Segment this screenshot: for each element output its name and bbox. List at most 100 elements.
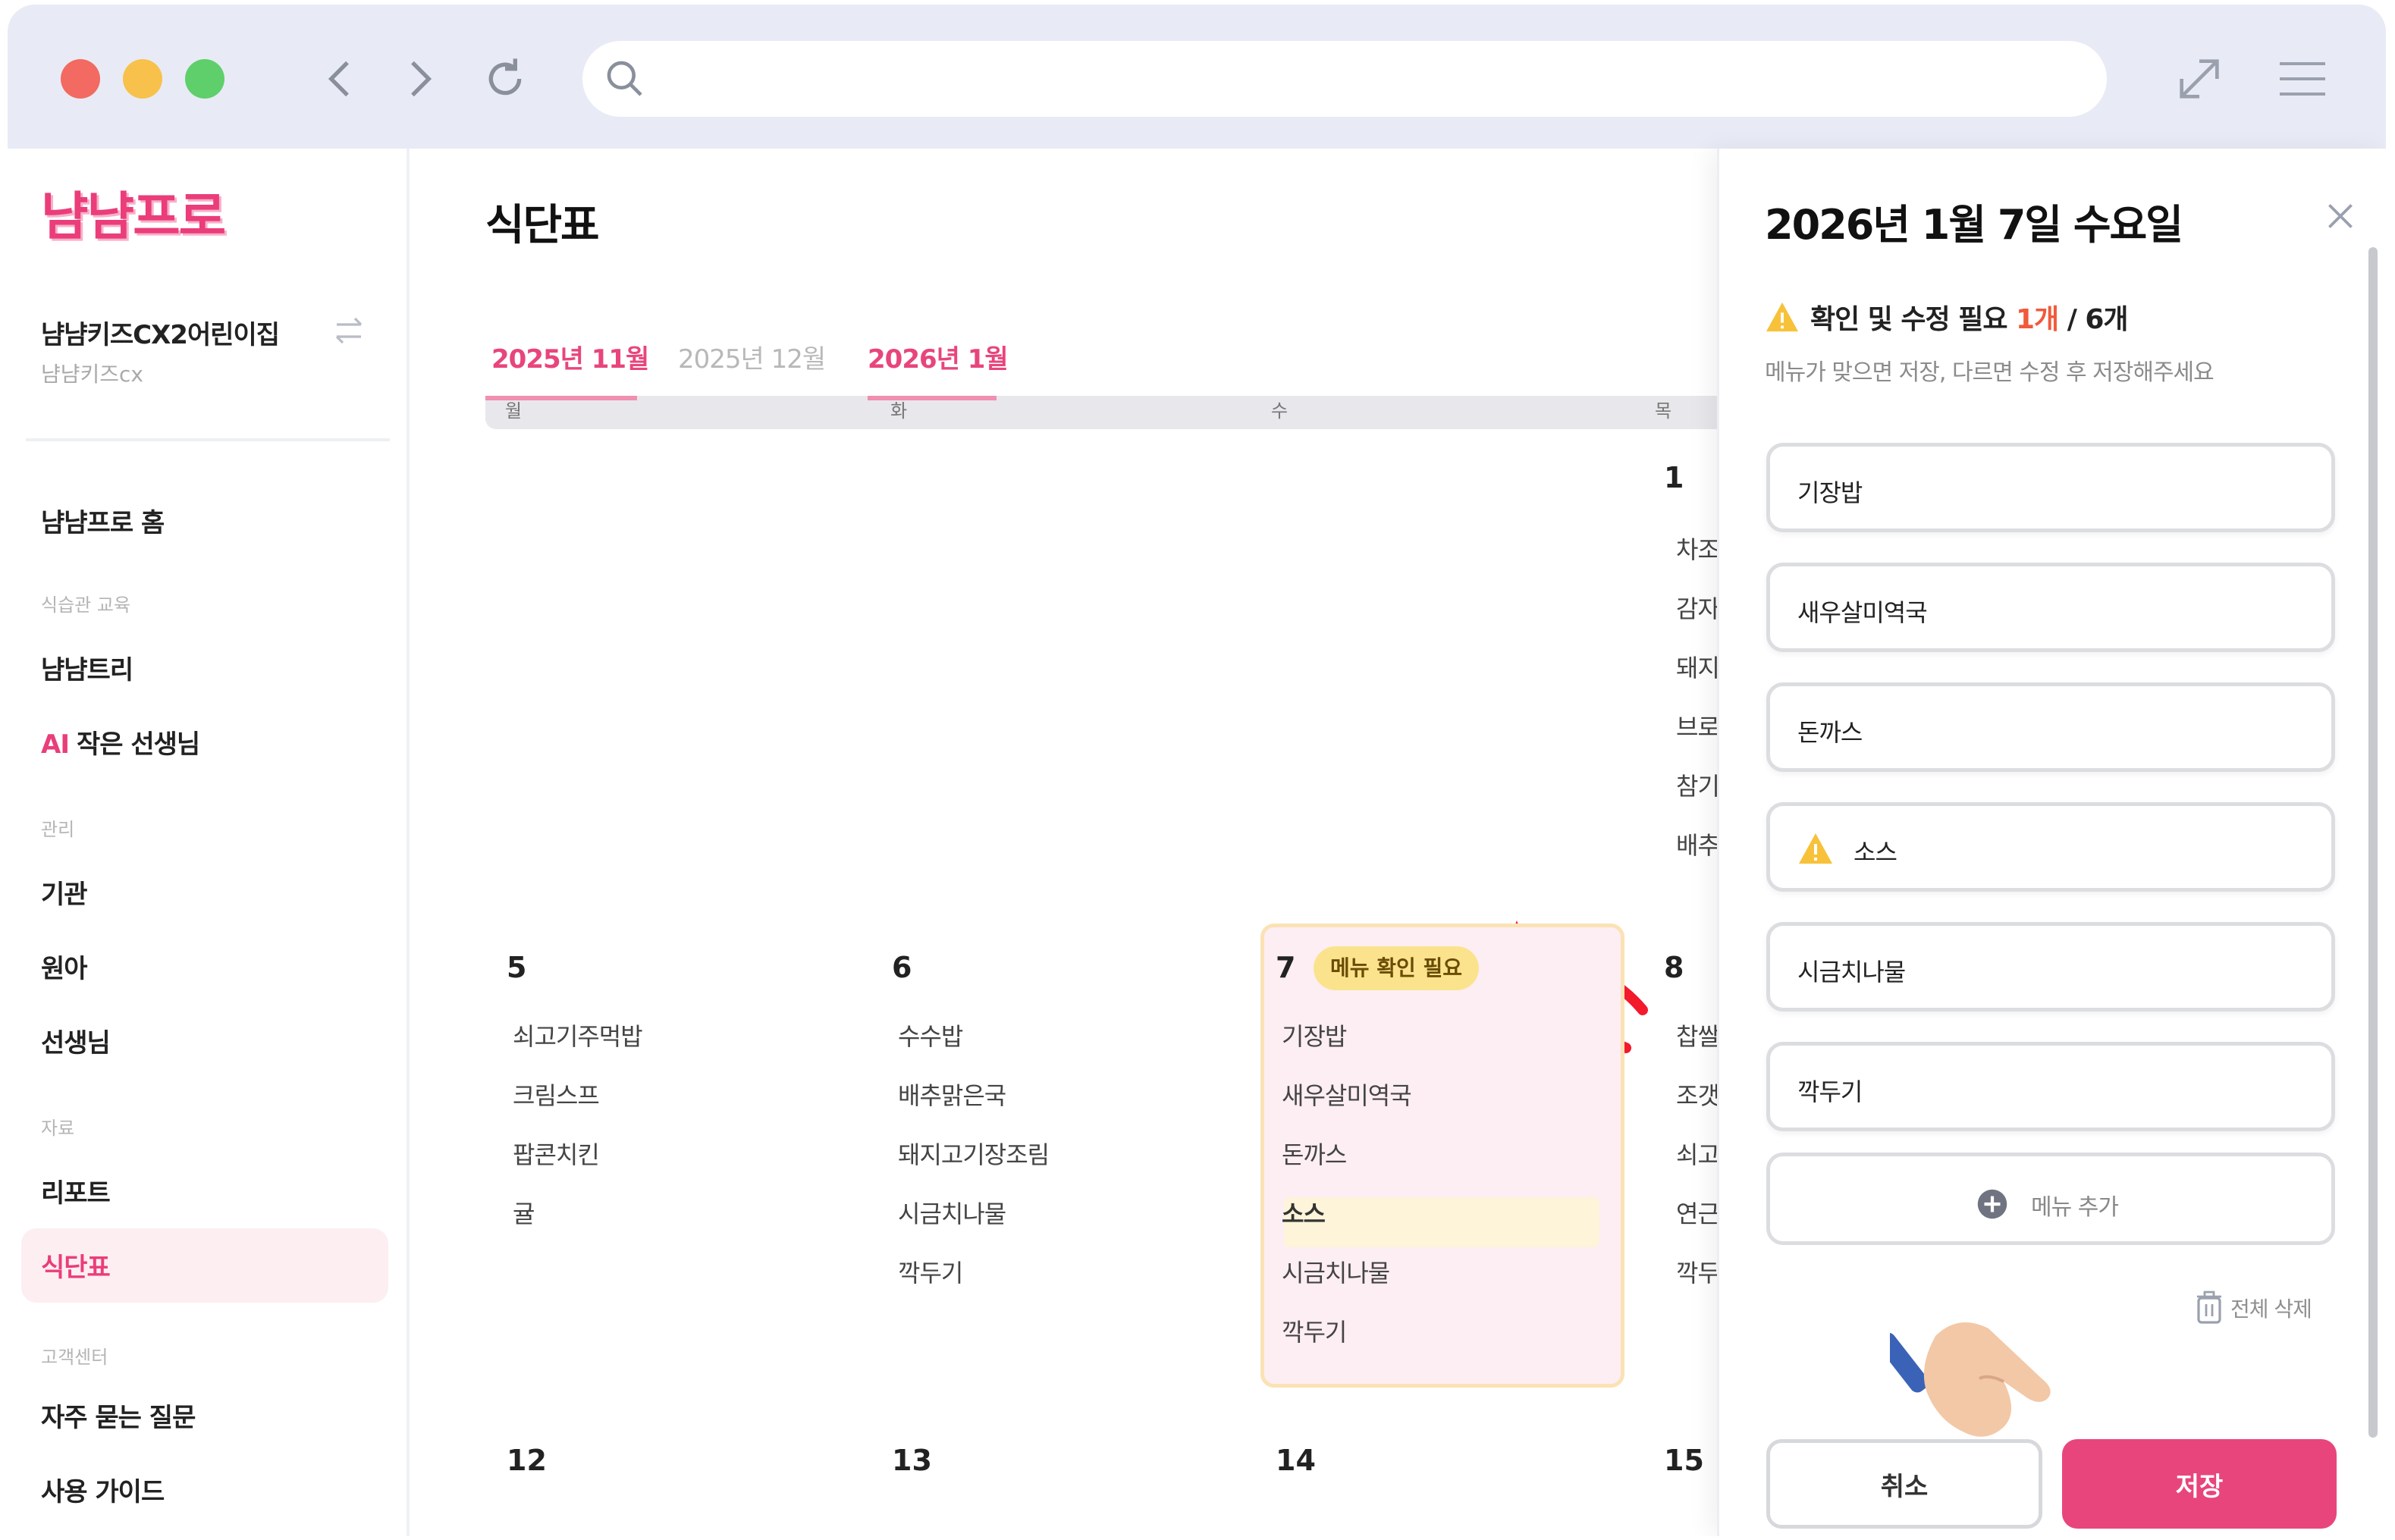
tab-month-dec[interactable]: 2025년 12월	[678, 338, 826, 375]
warning-text: 확인 및 수정 필요	[1810, 304, 2007, 335]
meal-item: 조갯	[1676, 1081, 1717, 1110]
meal-item: 돈까스	[1282, 1140, 1347, 1169]
meal-item: 배추맑은국	[898, 1081, 1006, 1110]
day-number[interactable]: 13	[892, 1444, 932, 1477]
search-icon	[607, 61, 642, 96]
section-label-support: 고객센터	[41, 1347, 108, 1368]
menu-field-value[interactable]: 깍두기	[1797, 1073, 1863, 1108]
menu-field[interactable]: 기장밥	[1766, 443, 2335, 532]
sidebar-item-faq[interactable]: 자주 묻는 질문	[41, 1397, 196, 1434]
sidebar-item-institution[interactable]: 기관	[41, 874, 88, 911]
meal-item: 참기	[1676, 772, 1717, 801]
menu-field[interactable]: 시금치나물	[1766, 922, 2335, 1012]
sidebar-item-report[interactable]: 리포트	[41, 1172, 111, 1209]
page-title: 식단표	[485, 201, 600, 250]
meal-item: 귤	[513, 1200, 535, 1228]
weekday-header: 월 화 수 목	[485, 396, 1717, 429]
meal-item: 깍두기	[1282, 1318, 1347, 1347]
warning-summary: 확인 및 수정 필요 1개 / 6개	[1765, 297, 2129, 337]
sidebar-item-teachers[interactable]: 선생님	[41, 1022, 111, 1059]
sidebar-item-label: 작은 선생님	[76, 729, 200, 760]
meal-item: 배추	[1676, 831, 1717, 860]
tab-month-nov[interactable]: 2025년 11월	[491, 338, 649, 375]
warning-icon	[1766, 302, 1798, 332]
back-icon[interactable]	[311, 49, 372, 109]
sidebar-item-meal-plan[interactable]: 식단표	[41, 1247, 111, 1284]
day-number[interactable]: 12	[507, 1444, 547, 1477]
minimize-window-button[interactable]	[123, 59, 162, 99]
menu-field[interactable]: 돈까스	[1766, 682, 2335, 772]
day-number[interactable]: 15	[1664, 1444, 1704, 1477]
menu-field-value[interactable]: 새우살미역국	[1797, 594, 1928, 629]
delete-all-button[interactable]: 전체 삭제	[2196, 1291, 2312, 1324]
warning-icon	[1799, 833, 1832, 864]
weekday-label: 목	[1655, 400, 1672, 422]
menu-field-value[interactable]: 소스	[1854, 833, 1897, 868]
day-number[interactable]: 8	[1664, 951, 1684, 984]
warning-total: / 6개	[2058, 304, 2129, 335]
sidebar-item-children[interactable]: 원아	[41, 948, 88, 985]
meal-item: 차조	[1676, 535, 1717, 564]
scrollbar[interactable]	[2368, 247, 2378, 1438]
sidebar-divider	[26, 438, 390, 441]
menu-icon[interactable]	[2272, 49, 2333, 109]
meal-item: 감자	[1676, 594, 1717, 623]
section-label-manage: 관리	[41, 819, 75, 840]
sidebar: 냠냠프로 냠냠키즈CX2어린이집 냠냠키즈cx 냠냠프로 홈 식습관 교육 냠냠…	[8, 149, 410, 1536]
address-bar[interactable]	[582, 41, 2107, 117]
delete-all-label: 전체 삭제	[2230, 1297, 2312, 1322]
expand-icon[interactable]	[2169, 49, 2230, 109]
pointing-hand-icon	[1890, 1322, 2051, 1437]
meal-item: 팝콘치킨	[513, 1140, 600, 1169]
close-window-button[interactable]	[61, 59, 100, 99]
sidebar-item-ai-teacher[interactable]: AI 작은 선생님	[41, 723, 200, 761]
reload-icon[interactable]	[475, 49, 535, 109]
tab-underline	[868, 396, 997, 400]
plus-icon	[1977, 1189, 2007, 1219]
warned-meal-highlight	[1284, 1197, 1599, 1247]
swap-icon[interactable]	[329, 312, 369, 349]
sidebar-item-guide[interactable]: 사용 가이드	[41, 1471, 165, 1508]
day-number[interactable]: 5	[507, 951, 526, 984]
meal-item: 돼지	[1676, 654, 1717, 682]
save-button[interactable]: 저장	[2062, 1439, 2337, 1529]
ai-prefix: AI	[41, 729, 70, 760]
menu-field-warned[interactable]: 소스	[1766, 802, 2335, 892]
day-number[interactable]: 6	[892, 951, 912, 984]
org-name: 냠냠키즈CX2어린이집	[41, 320, 280, 350]
add-menu-button[interactable]: 메뉴 추가	[1766, 1153, 2335, 1245]
day-number[interactable]: 14	[1276, 1444, 1316, 1477]
meal-item: 브로	[1676, 713, 1717, 742]
sidebar-item-home[interactable]: 냠냠프로 홈	[41, 502, 165, 539]
day-number[interactable]: 7	[1276, 951, 1295, 984]
add-menu-label: 메뉴 추가	[2031, 1194, 2119, 1221]
logo[interactable]: 냠냠프로	[41, 174, 226, 249]
cancel-button[interactable]: 취소	[1766, 1439, 2042, 1529]
warning-hint: 메뉴가 맞으면 저장, 다르면 수정 후 저장해주세요	[1765, 359, 2215, 386]
close-icon[interactable]	[2321, 197, 2359, 235]
sidebar-item-nyam-tree[interactable]: 냠냠트리	[41, 649, 133, 686]
meal-item: 찹쌀	[1676, 1022, 1717, 1051]
meal-item: 수수밥	[898, 1022, 963, 1051]
menu-field[interactable]: 새우살미역국	[1766, 563, 2335, 652]
maximize-window-button[interactable]	[185, 59, 224, 99]
warning-count: 1개	[2016, 304, 2059, 335]
menu-field-value[interactable]: 기장밥	[1797, 474, 1863, 509]
forward-icon[interactable]	[388, 49, 449, 109]
meal-item: 기장밥	[1282, 1022, 1347, 1051]
section-label-edu: 식습관 교육	[41, 594, 131, 616]
meal-item: 깍두기	[898, 1259, 963, 1288]
meal-item: 쇠고기주먹밥	[513, 1022, 643, 1051]
meal-item: 돼지고기장조림	[898, 1140, 1050, 1169]
meal-item-warned: 소스	[1282, 1200, 1326, 1228]
menu-field-value[interactable]: 시금치나물	[1797, 953, 1906, 988]
menu-field[interactable]: 깍두기	[1766, 1042, 2335, 1131]
meal-item: 시금치나물	[1282, 1259, 1390, 1288]
meal-item: 연근	[1676, 1200, 1717, 1228]
day-number[interactable]: 1	[1664, 461, 1684, 494]
org-sub: 냠냠키즈cx	[41, 362, 144, 387]
browser-window: 냠냠프로 냠냠키즈CX2어린이집 냠냠키즈cx 냠냠프로 홈 식습관 교육 냠냠…	[8, 5, 2386, 1536]
status-badge: 메뉴 확인 필요	[1314, 946, 1480, 990]
tab-month-jan[interactable]: 2026년 1월	[868, 338, 1009, 375]
menu-field-value[interactable]: 돈까스	[1797, 714, 1863, 748]
